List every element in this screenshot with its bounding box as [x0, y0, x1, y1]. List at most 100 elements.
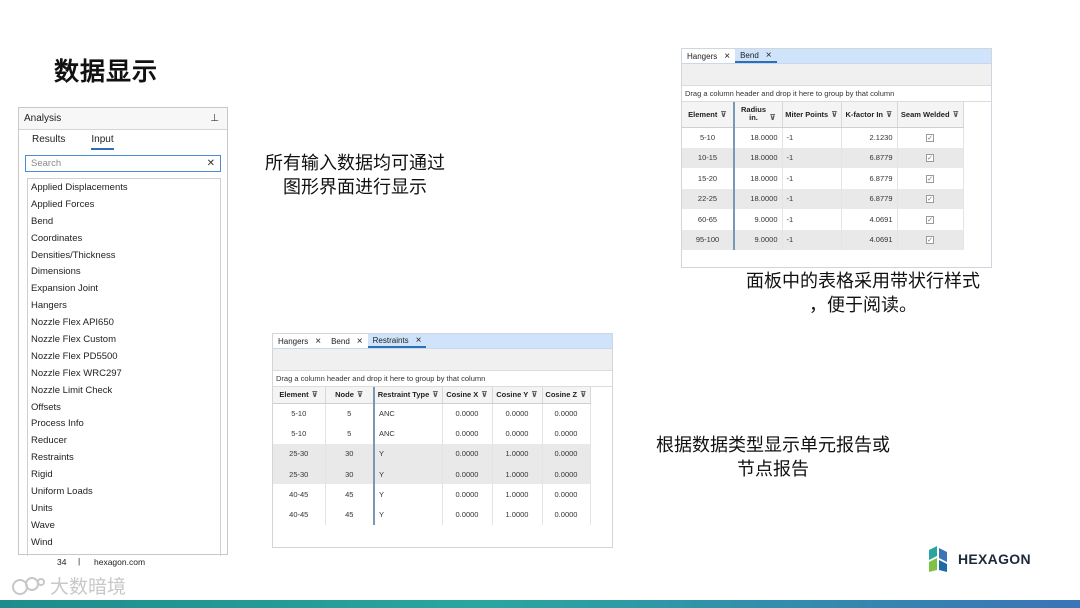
list-item[interactable]: Units — [28, 501, 220, 518]
filter-icon[interactable]: ⊽ — [580, 390, 587, 399]
table-cell[interactable]: Y — [374, 443, 443, 464]
table-row[interactable]: 5-10 5 ANC 0.0000 0.0000 0.0000 — [273, 423, 591, 444]
table-cell[interactable]: -1 — [782, 147, 842, 168]
table-cell[interactable]: 18.0000 — [734, 188, 783, 209]
table-cell[interactable]: 25-30 — [273, 443, 326, 464]
tab-restraints[interactable]: Restraints × — [367, 334, 427, 348]
list-item[interactable]: Nozzle Flex Custom — [28, 332, 220, 349]
tab-results[interactable]: Results — [32, 134, 65, 150]
column-header-miter-points[interactable]: Miter Points ⊽ — [782, 102, 842, 128]
table-row[interactable]: 25-30 30 Y 0.0000 1.0000 0.0000 — [273, 443, 591, 464]
table-cell[interactable]: -1 — [782, 188, 842, 209]
table-cell[interactable]: 0.0000 — [442, 423, 493, 444]
list-item[interactable]: Dimensions — [28, 264, 220, 281]
table-cell[interactable]: Y — [374, 504, 443, 525]
table-cell[interactable]: 5-10 — [682, 127, 735, 148]
close-icon[interactable]: × — [416, 335, 422, 346]
list-item[interactable]: Uniform Loads — [28, 484, 220, 501]
close-icon[interactable]: × — [766, 50, 772, 61]
table-cell[interactable]: Y — [374, 463, 443, 485]
list-item[interactable]: Wind — [28, 535, 220, 552]
group-by-hint[interactable]: Drag a column header and drop it here to… — [682, 86, 991, 102]
table-row[interactable]: 95-100 9.0000 -1 4.0691 ✓ — [682, 229, 964, 250]
close-icon[interactable]: × — [724, 51, 730, 62]
table-row[interactable]: 5-10 18.0000 -1 2.1230 ✓ — [682, 127, 964, 148]
checkbox-icon[interactable]: ✓ — [926, 195, 934, 204]
table-cell[interactable]: ✓ — [897, 147, 964, 168]
group-by-hint[interactable]: Drag a column header and drop it here to… — [273, 371, 612, 387]
list-item[interactable]: Applied Forces — [28, 197, 220, 214]
filter-icon[interactable]: ⊽ — [432, 390, 439, 399]
table-cell[interactable]: ✓ — [897, 168, 964, 189]
list-item[interactable]: Nozzle Flex PD5500 — [28, 349, 220, 366]
search-input[interactable]: Search ✕ — [25, 155, 221, 172]
checkbox-icon[interactable]: ✓ — [926, 174, 934, 183]
list-item[interactable]: Nozzle Flex WRC297 — [28, 366, 220, 383]
table-cell[interactable]: 0.0000 — [542, 484, 591, 505]
table-row[interactable]: 5-10 5 ANC 0.0000 0.0000 0.0000 — [273, 403, 591, 424]
filter-icon[interactable]: ⊽ — [312, 390, 319, 399]
table-cell[interactable]: 30 — [325, 463, 375, 485]
table-cell[interactable]: 9.0000 — [734, 229, 783, 250]
filter-icon[interactable]: ⊽ — [531, 390, 538, 399]
table-cell[interactable]: 5-10 — [273, 423, 326, 444]
table-cell[interactable]: 6.8779 — [841, 147, 898, 168]
table-cell[interactable]: 1.0000 — [492, 443, 543, 464]
tab-hangers[interactable]: Hangers × — [273, 334, 326, 348]
table-row[interactable]: 40-45 45 Y 0.0000 1.0000 0.0000 — [273, 484, 591, 505]
table-cell[interactable]: 15-20 — [682, 168, 735, 189]
tab-bend[interactable]: Bend × — [326, 334, 368, 348]
table-cell[interactable]: 4.0691 — [841, 209, 898, 230]
table-cell[interactable]: 40-45 — [273, 504, 326, 525]
clear-search-icon[interactable]: ✕ — [207, 158, 215, 169]
list-item[interactable]: Restraints — [28, 450, 220, 467]
table-cell[interactable]: 5 — [325, 403, 375, 424]
table-cell[interactable]: 9.0000 — [734, 209, 783, 230]
table-cell[interactable]: 25-30 — [273, 463, 326, 485]
table-cell[interactable]: 40-45 — [273, 484, 326, 505]
table-row[interactable]: 60-65 9.0000 -1 4.0691 ✓ — [682, 209, 964, 230]
table-cell[interactable]: ANC — [374, 423, 443, 444]
filter-icon[interactable]: ⊽ — [481, 390, 488, 399]
table-row[interactable]: 15-20 18.0000 -1 6.8779 ✓ — [682, 168, 964, 189]
tab-input[interactable]: Input — [91, 134, 114, 150]
filter-icon[interactable]: ⊽ — [831, 110, 838, 119]
table-row[interactable]: 22-25 18.0000 -1 6.8779 ✓ — [682, 188, 964, 209]
close-icon[interactable]: × — [357, 336, 363, 347]
list-item[interactable]: Coordinates — [28, 231, 220, 248]
list-item[interactable]: Applied Displacements — [28, 180, 220, 197]
table-cell[interactable]: 22-25 — [682, 188, 735, 209]
table-cell[interactable]: ANC — [374, 403, 443, 424]
table-cell[interactable]: 2.1230 — [841, 127, 898, 148]
list-item[interactable]: Wave — [28, 518, 220, 535]
list-item[interactable]: Offsets — [28, 400, 220, 417]
table-cell[interactable]: 1.0000 — [492, 484, 543, 505]
table-cell[interactable]: ✓ — [897, 127, 964, 148]
pin-icon[interactable]: ⊥ — [210, 113, 219, 124]
column-header-node[interactable]: Node ⊽ — [325, 387, 375, 404]
table-row[interactable]: 10-15 18.0000 -1 6.8779 ✓ — [682, 147, 964, 168]
list-item[interactable]: Nozzle Flex API650 — [28, 315, 220, 332]
column-header-element[interactable]: Element ⊽ — [273, 387, 326, 404]
table-cell[interactable]: 0.0000 — [442, 403, 493, 424]
table-cell[interactable]: 0.0000 — [442, 463, 493, 485]
table-cell[interactable]: 10-15 — [682, 147, 735, 168]
table-cell[interactable]: 0.0000 — [542, 423, 591, 444]
table-cell[interactable]: 4.0691 — [841, 229, 898, 250]
table-cell[interactable]: -1 — [782, 127, 842, 148]
filter-icon[interactable]: ⊽ — [953, 110, 960, 119]
table-cell[interactable]: Y — [374, 484, 443, 505]
table-cell[interactable]: 5 — [325, 423, 375, 444]
list-item[interactable]: Densities/Thickness — [28, 248, 220, 265]
table-cell[interactable]: 1.0000 — [492, 463, 543, 485]
table-cell[interactable]: ✓ — [897, 229, 964, 250]
table-row[interactable]: 25-30 30 Y 0.0000 1.0000 0.0000 — [273, 463, 591, 485]
table-cell[interactable]: 18.0000 — [734, 127, 783, 148]
table-cell[interactable]: 0.0000 — [442, 504, 493, 525]
filter-icon[interactable]: ⊽ — [357, 390, 364, 399]
tab-hangers[interactable]: Hangers × — [682, 49, 735, 63]
table-cell[interactable]: 45 — [325, 484, 375, 505]
checkbox-icon[interactable]: ✓ — [926, 154, 934, 163]
table-cell[interactable]: 30 — [325, 443, 375, 464]
filter-icon[interactable]: ⊽ — [886, 110, 893, 119]
